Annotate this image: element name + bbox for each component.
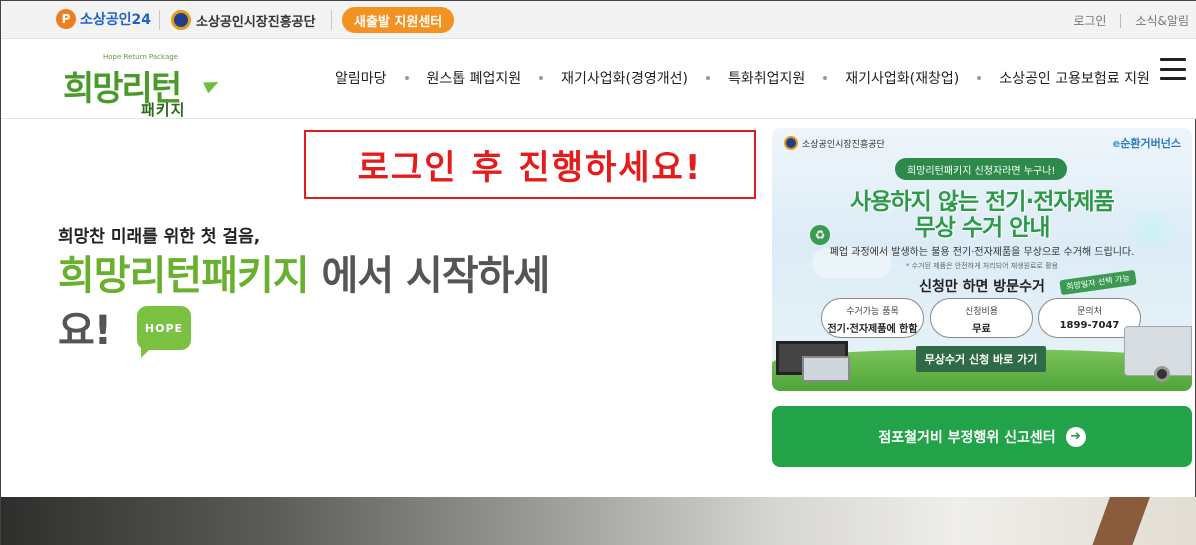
arrow-right-icon: ➜ [1065,426,1086,447]
menu-bar [1160,58,1186,61]
divider [1120,13,1122,28]
logo-package: 패키지 [141,101,186,119]
info-value: 무료 [972,324,991,335]
banner-partner: e순환거버넌스 [1113,135,1181,151]
recycle-icon: ♻ [810,225,830,245]
logo-subtitle: Hope Return Package [103,53,178,61]
divider [331,10,332,30]
monitor-illustration [802,356,850,382]
report-label: 점포철거비 부정행위 신고센터 [878,429,1056,446]
truck-wheel [1154,366,1170,382]
menu-bar [1160,77,1186,80]
info-items: 수거가능 품목 전기·전자제품에 한함 [821,298,924,338]
site-logo[interactable]: Hope Return Package 희망리턴 패키지 [63,53,233,119]
partner-label: 순환거버넌스 [1120,137,1181,150]
banner-org: 소상공인시장진흥공단 [784,136,885,150]
banner-headline-2: 무상 수거 안내 [914,215,1051,241]
menu-icon[interactable] [1160,58,1186,80]
info-label: 수거가능 품목 [846,307,899,317]
sbiz24-link[interactable]: P 소상공인24 [56,9,151,29]
report-center-button[interactable]: 점포철거비 부정행위 신고센터 ➜ [772,406,1192,467]
banner-pill: 희망리턴패키지 신청자라면 누구나! [895,158,1068,180]
info-label: 문의처 [1077,307,1102,317]
top-utility-bar: P 소상공인24 소상공인시장진흥공단 새출발 지원센터 로그인 소식&알림 [1,1,1196,39]
hero-subtitle: 희망찬 미래를 위한 첫 걸음, [58,227,261,247]
nav-separator [706,76,710,80]
nav-separator [404,76,409,80]
startup-center-button[interactable]: 새출발 지원센터 [342,7,455,33]
sbiz24-label: 소상공인24 [80,12,152,28]
nav-separator [977,76,982,80]
info-value: 전기·전자제품에 한함 [827,324,918,335]
utility-links: 로그인 소식&알림 [1073,12,1189,29]
nav-item-notice[interactable]: 알림마당 [335,68,387,88]
nav-item-employment[interactable]: 특화취업지원 [728,68,805,88]
hero-highlight: 희망리턴패키지 [58,253,310,299]
semas-link[interactable]: 소상공인시장진흥공단 [171,10,316,30]
login-notice: 로그인 후 진행하세요! [304,130,756,199]
semas-label: 소상공인시장진흥공단 [196,14,316,30]
decor [1092,497,1150,545]
hero-line2: 요! [58,308,112,354]
semas-emblem-icon [784,136,798,150]
main-nav: 알림마당 원스톱 폐업지원 재기사업화(경영개선) 특화취업지원 재기사업화(재… [335,68,1150,88]
info-cost: 신청비용 무료 [930,298,1033,338]
paper-plane-icon [203,76,221,94]
hope-speech-icon: HOPE [137,306,191,358]
nav-separator [539,76,544,80]
sbiz24-logo-icon: P [56,9,76,29]
info-label: 신청비용 [964,307,999,317]
nav-item-insurance[interactable]: 소상공인 고용보험료 지원 [999,68,1150,88]
nav-item-restart-management[interactable]: 재기사업화(경영개선) [561,68,688,88]
collection-apply-button[interactable]: 무상수거 신청 바로 가기 [916,346,1046,372]
hero-rest: 에서 시작하세 [308,253,551,299]
banner-org-label: 소상공인시장진흥공단 [802,139,885,150]
free-collection-banner[interactable]: 소상공인시장진흥공단 e순환거버넌스 희망리턴패키지 신청자라면 누구나! 사용… [772,128,1192,391]
divider [159,10,160,30]
login-link[interactable]: 로그인 [1073,12,1106,29]
banner-description: 폐업 과정에서 발생하는 불용 전기·전자제품을 무상으로 수거해 드립니다. [829,247,1135,258]
nav-item-onestop-closure[interactable]: 원스톱 폐업지원 [427,68,522,88]
news-link[interactable]: 소식&알림 [1135,12,1189,29]
nav-separator [823,76,828,80]
hero-photo [1,497,1196,545]
nav-item-restart-business[interactable]: 재기사업화(재창업) [845,68,959,88]
main-header: Hope Return Package 희망리턴 패키지 알림마당 원스톱 폐업… [1,39,1196,119]
semas-emblem-icon [171,10,191,30]
menu-bar [1160,67,1186,71]
